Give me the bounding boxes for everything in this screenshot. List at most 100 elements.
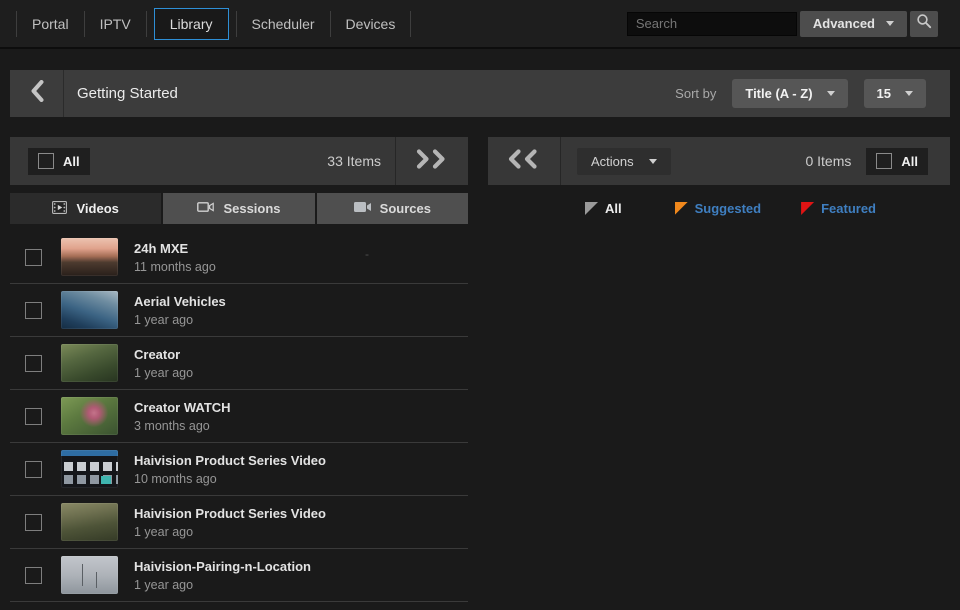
select-all-label: All — [63, 154, 80, 169]
video-row[interactable]: Aerial Vehicles 1 year ago — [10, 284, 468, 337]
video-list: 24h MXE 11 months ago - Aerial Vehicles … — [10, 231, 468, 602]
filter-suggested-label: Suggested — [695, 201, 761, 216]
video-checkbox[interactable] — [25, 408, 42, 425]
double-chevron-right-icon — [414, 149, 450, 174]
video-title[interactable]: 24h MXE — [134, 241, 216, 256]
video-thumbnail[interactable] — [61, 397, 118, 435]
sort-order-value: Title (A - Z) — [745, 86, 812, 101]
chevron-left-icon — [30, 80, 44, 107]
nav-item-portal[interactable]: Portal — [17, 0, 84, 47]
video-info: Haivision-Pairing-n-Location 1 year ago — [134, 559, 311, 592]
chevron-down-icon — [905, 91, 913, 96]
video-thumbnail[interactable] — [61, 556, 118, 594]
top-navbar: Portal IPTV Library Scheduler Devices Ad… — [0, 0, 960, 49]
chevron-down-icon — [649, 159, 657, 164]
video-checkbox[interactable] — [25, 461, 42, 478]
move-right-button[interactable] — [396, 137, 468, 185]
video-age: 11 months ago — [134, 260, 216, 274]
tab-sources[interactable]: Sources — [317, 193, 468, 224]
video-checkbox[interactable] — [25, 249, 42, 266]
move-left-button[interactable] — [488, 137, 560, 185]
flag-icon — [585, 202, 598, 215]
nav-item-library[interactable]: Library — [154, 8, 229, 40]
actions-label: Actions — [591, 154, 634, 169]
video-info: Creator WATCH 3 months ago — [134, 400, 231, 433]
video-info: 24h MXE 11 months ago — [134, 241, 216, 274]
video-info: Aerial Vehicles 1 year ago — [134, 294, 226, 327]
sort-order-dropdown[interactable]: Title (A - Z) — [732, 79, 847, 108]
page-size-dropdown[interactable]: 15 — [864, 79, 926, 108]
select-all-checkbox[interactable] — [38, 153, 54, 169]
video-row[interactable]: Creator WATCH 3 months ago — [10, 390, 468, 443]
video-checkbox[interactable] — [25, 514, 42, 531]
selection-toolbar: Actions 0 Items All — [488, 137, 950, 185]
filter-all-label: All — [605, 201, 622, 216]
tab-sources-label: Sources — [380, 201, 431, 216]
page-size-value: 15 — [877, 86, 891, 101]
tab-videos[interactable]: Videos — [10, 193, 161, 224]
video-row[interactable]: Creator 1 year ago — [10, 337, 468, 390]
video-row[interactable]: Haivision Product Series Video 1 year ag… — [10, 496, 468, 549]
nav-item-iptv[interactable]: IPTV — [85, 0, 146, 47]
flag-icon — [801, 202, 814, 215]
app-window: Portal IPTV Library Scheduler Devices Ad… — [0, 0, 960, 610]
video-title[interactable]: Aerial Vehicles — [134, 294, 226, 309]
selection-empty-area — [488, 231, 950, 610]
nav-item-scheduler[interactable]: Scheduler — [237, 0, 330, 47]
filter-suggested[interactable]: Suggested — [675, 201, 761, 216]
video-row[interactable]: 24h MXE 11 months ago - — [10, 231, 468, 284]
tab-sessions-label: Sessions — [223, 201, 280, 216]
video-thumbnail[interactable] — [61, 450, 118, 488]
search-input[interactable] — [627, 12, 797, 36]
video-row[interactable]: Haivision Product Series Video 10 months… — [10, 443, 468, 496]
search-icon — [916, 13, 932, 34]
filter-all[interactable]: All — [585, 201, 622, 216]
tab-sessions[interactable]: Sessions — [163, 193, 314, 224]
flag-icon — [675, 202, 688, 215]
actions-dropdown[interactable]: Actions — [577, 148, 671, 175]
sort-controls: Sort by Title (A - Z) 15 — [675, 79, 950, 108]
chevron-down-icon — [886, 21, 894, 26]
main-nav: Portal IPTV Library Scheduler Devices — [16, 0, 411, 47]
video-title[interactable]: Creator — [134, 347, 193, 362]
video-age: 3 months ago — [134, 419, 231, 433]
video-title[interactable]: Haivision Product Series Video — [134, 453, 326, 468]
video-title[interactable]: Haivision Product Series Video — [134, 506, 326, 521]
video-checkbox[interactable] — [25, 355, 42, 372]
library-tabs: Videos Sessions Sources — [10, 193, 468, 224]
nav-item-devices[interactable]: Devices — [331, 0, 411, 47]
video-thumbnail[interactable] — [61, 503, 118, 541]
double-chevron-left-icon — [506, 149, 542, 174]
select-all-checkbox-right[interactable] — [876, 153, 892, 169]
video-title[interactable]: Haivision-Pairing-n-Location — [134, 559, 311, 574]
sort-by-label: Sort by — [675, 86, 716, 101]
select-all-box[interactable]: All — [28, 148, 90, 175]
video-meta-dash: - — [365, 247, 369, 261]
video-age: 1 year ago — [134, 313, 226, 327]
video-checkbox[interactable] — [25, 567, 42, 584]
video-age: 1 year ago — [134, 366, 193, 380]
video-row[interactable]: Haivision-Pairing-n-Location 1 year ago — [10, 549, 468, 602]
advanced-search-button[interactable]: Advanced — [800, 11, 907, 37]
select-all-box-right[interactable]: All — [866, 148, 928, 175]
video-info: Haivision Product Series Video 10 months… — [134, 453, 326, 486]
back-button[interactable] — [10, 70, 64, 117]
video-age: 1 year ago — [134, 525, 326, 539]
source-camera-icon — [354, 201, 371, 216]
toolbar-divider — [560, 137, 561, 185]
video-thumbnail[interactable] — [61, 238, 118, 276]
video-thumbnail[interactable] — [61, 291, 118, 329]
filter-featured-label: Featured — [821, 201, 876, 216]
search-area: Advanced — [627, 0, 938, 47]
video-title[interactable]: Creator WATCH — [134, 400, 231, 415]
filter-featured[interactable]: Featured — [801, 201, 876, 216]
video-thumbnail[interactable] — [61, 344, 118, 382]
selection-items-count: 0 Items — [805, 153, 851, 169]
video-age: 10 months ago — [134, 472, 326, 486]
tab-videos-label: Videos — [76, 201, 118, 216]
video-checkbox[interactable] — [25, 302, 42, 319]
page-title: Getting Started — [77, 85, 178, 102]
chevron-down-icon — [827, 91, 835, 96]
search-submit-button[interactable] — [910, 11, 938, 37]
library-items-count: 33 Items — [327, 153, 381, 169]
